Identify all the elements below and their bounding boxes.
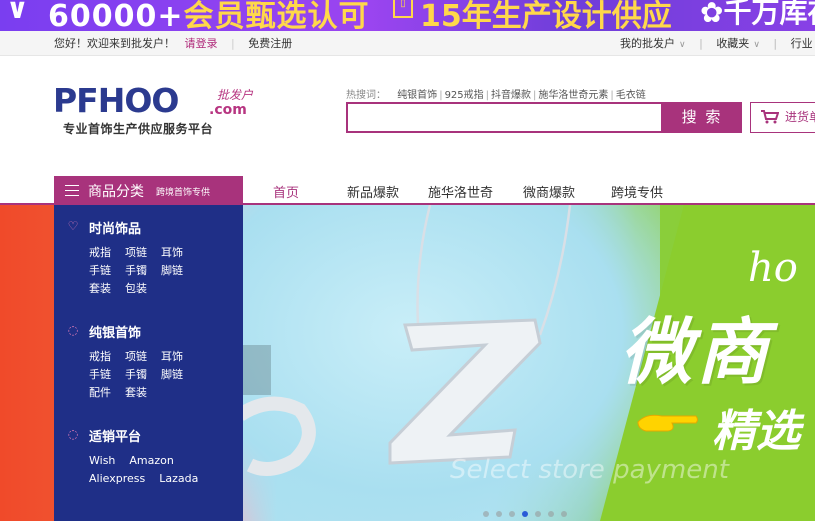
promo-years: 15年生产设计供应 (420, 0, 672, 31)
top-user-bar: 您好！欢迎来到批发户！ 请登录 | 免费注册 我的批发户 ∨ | 收藏夹 ∨ | 行… (0, 31, 815, 56)
ring-icon: ◌ (67, 427, 79, 441)
carousel-prev-button[interactable] (243, 345, 271, 395)
divider: | (231, 37, 235, 50)
category-subtitle: 跨境首饰专供 (156, 188, 211, 198)
category-link[interactable]: 手镯 (125, 264, 147, 277)
chevron-down-icon: ∨ (753, 40, 760, 50)
category-link[interactable]: 套装 (89, 282, 111, 295)
cart-label: 进货单 (785, 110, 815, 124)
category-group-title[interactable]: 适销平台 (89, 426, 141, 445)
category-link[interactable]: 戒指 (89, 350, 111, 363)
hot-search-words: 热搜词： 纯银首饰 | 925戒指 | 抖音爆款 | 施华洛世奇元素 | 毛衣链 (346, 90, 646, 101)
category-link[interactable]: Aliexpress (89, 472, 145, 485)
logo-brand: PFHOO (53, 81, 179, 120)
nav-wechat-hot[interactable]: 微商爆款 (523, 182, 575, 201)
banner-headline: 微商 (620, 310, 773, 394)
ring-icon: ◌ (67, 323, 79, 337)
category-header[interactable]: 商品分类 跨境首饰专供 (54, 176, 243, 205)
register-link[interactable]: 免费注册 (248, 37, 292, 50)
hot-word-link[interactable]: 施华洛世奇元素 (538, 90, 608, 101)
nav-swarovski[interactable]: 施华洛世奇 (428, 182, 493, 201)
category-title: 商品分类 (88, 184, 144, 200)
logo-domain: .com (209, 102, 247, 118)
category-link[interactable]: 耳饰 (161, 350, 183, 363)
divider: | (773, 37, 778, 50)
category-link[interactable]: Lazada (159, 472, 198, 485)
category-link[interactable]: 套装 (125, 386, 147, 399)
promo-banner[interactable]: ∨ 60000+会员甄选认可 ▯ 15年生产设计供应 ✿千万库存 (0, 0, 815, 31)
carousel-dot[interactable] (535, 511, 541, 517)
hot-word-link[interactable]: 毛衣链 (616, 90, 646, 101)
search-button[interactable]: 搜 索 (662, 102, 742, 133)
category-link[interactable]: Wish (89, 454, 115, 467)
nav-home[interactable]: 首页 (273, 182, 299, 201)
category-link[interactable]: 项链 (125, 350, 147, 363)
category-link[interactable]: 项链 (125, 246, 147, 259)
carousel-dot-active[interactable] (522, 511, 528, 517)
hot-word-link[interactable]: 纯银首饰 (397, 90, 437, 101)
carousel-dot[interactable] (561, 511, 567, 517)
category-link[interactable]: 手链 (89, 264, 111, 277)
chevron-down-icon: ∨ (679, 40, 686, 50)
carousel-pagination (483, 506, 574, 520)
category-panel: ♡ 时尚饰品 戒指 项链 耳饰 手链 手镯 脚链 套装 包装 ◌ 纯银首饰 戒指 项链 耳饰 … (54, 205, 243, 521)
promo-members: 60000+会员甄选认可 (48, 0, 370, 31)
menu-icon (65, 185, 79, 196)
hot-words-label: 热搜词： (346, 90, 386, 101)
hot-word-link[interactable]: 925戒指 (445, 90, 484, 101)
banner-script-text: ho (748, 245, 798, 291)
industry-menu[interactable]: 行业 (791, 37, 813, 50)
category-link[interactable]: 包装 (125, 282, 147, 295)
promo-badge-icon: ▯ (393, 0, 413, 18)
category-group-title[interactable]: 纯银首饰 (89, 322, 141, 341)
necklace-icon: ♡ (67, 219, 79, 233)
banner-ghost-text: Select store payment (450, 455, 729, 485)
category-group-title[interactable]: 时尚饰品 (89, 218, 141, 237)
nav-cross-border[interactable]: 跨境专供 (611, 182, 663, 201)
my-account-menu[interactable]: 我的批发户 ∨ (620, 37, 686, 50)
cart-icon (761, 110, 779, 124)
login-link[interactable]: 请登录 (185, 37, 218, 50)
category-link[interactable]: 手镯 (125, 368, 147, 381)
carousel-dot[interactable] (548, 511, 554, 517)
category-link[interactable]: Amazon (129, 454, 173, 467)
category-link[interactable]: 脚链 (161, 368, 183, 381)
nav-new-hot[interactable]: 新品爆款 (347, 182, 399, 201)
category-link[interactable]: 脚链 (161, 264, 183, 277)
search-input[interactable] (346, 102, 663, 133)
category-link[interactable]: 配件 (89, 386, 111, 399)
carousel-dot[interactable] (509, 511, 515, 517)
pointing-hand-icon (637, 414, 698, 432)
greeting-text: 您好！欢迎来到批发户！ (54, 37, 175, 50)
logo-brand-cn: 批发户 (217, 88, 254, 102)
promo-stock: ✿千万库存 (700, 0, 815, 29)
site-logo[interactable]: PFHOO 批发户 .com 专业首饰生产供应服务平台 (53, 84, 253, 140)
category-link[interactable]: 耳饰 (161, 246, 183, 259)
divider: | (699, 37, 703, 50)
chevron-icon: ∨ (6, 0, 29, 25)
hot-word-link[interactable]: 抖音爆款 (491, 90, 531, 101)
carousel-dot[interactable] (496, 511, 502, 517)
banner-subline: 精选 (712, 406, 800, 457)
carousel-dot[interactable] (483, 511, 489, 517)
main-nav: 商品分类 跨境首饰专供 首页 新品爆款 施华洛世奇 微商爆款 跨境专供 (0, 176, 815, 205)
favorites-menu[interactable]: 收藏夹 ∨ (716, 37, 760, 50)
category-link[interactable]: 手链 (89, 368, 111, 381)
cart-button[interactable]: 进货单 (750, 102, 815, 133)
category-link[interactable]: 戒指 (89, 246, 111, 259)
logo-slogan: 专业首饰生产供应服务平台 (63, 122, 214, 136)
